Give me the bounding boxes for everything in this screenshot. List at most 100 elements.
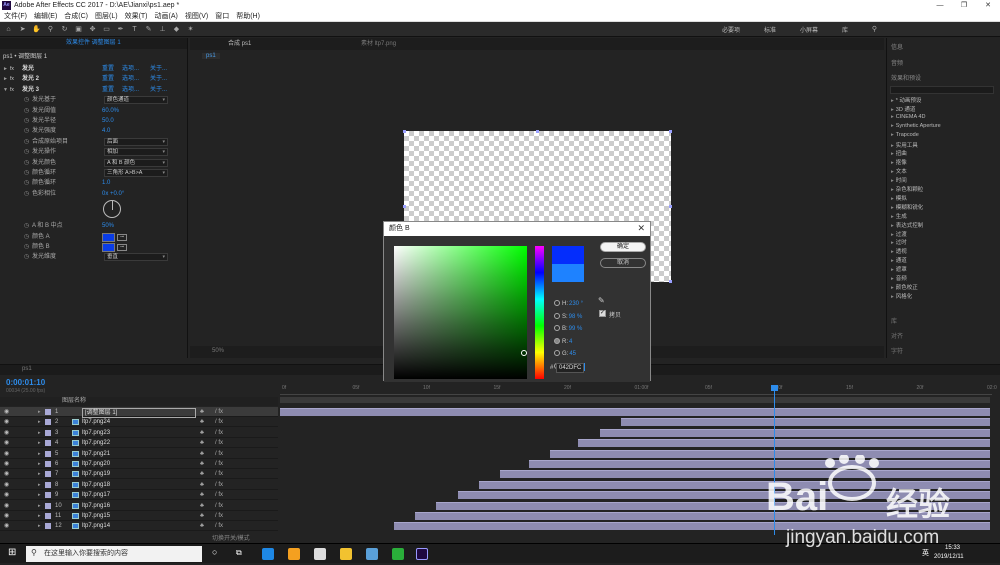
hex-input[interactable]: 042DFC xyxy=(556,363,584,373)
label-color-icon[interactable] xyxy=(45,481,51,488)
panel-effects-presets[interactable]: 效果和预设 xyxy=(891,73,921,82)
label-color-icon[interactable] xyxy=(45,461,51,467)
label-color-icon[interactable] xyxy=(45,409,51,415)
reset-link[interactable]: 重置 xyxy=(102,64,114,74)
menu-item[interactable]: 文件(F) xyxy=(4,11,27,22)
reset-link[interactable]: 重置 xyxy=(102,74,114,84)
property-dropdown[interactable]: 相加 xyxy=(104,148,168,157)
reset-link[interactable]: 重置 xyxy=(102,85,114,95)
layer-duration-bar[interactable] xyxy=(528,460,990,468)
layer-duration-bar[interactable] xyxy=(478,480,990,489)
shy-switch-icon[interactable]: ♣ xyxy=(200,407,204,417)
clock-time[interactable]: 15:33 xyxy=(945,545,960,551)
home-icon[interactable]: ⌂ xyxy=(4,25,13,34)
shy-switch-icon[interactable]: ♣ xyxy=(200,438,204,448)
effect-category[interactable]: ▸ 抠像 xyxy=(891,158,907,166)
ok-button[interactable]: 确定 xyxy=(600,242,646,252)
phase-dial[interactable] xyxy=(103,200,121,219)
restore-button[interactable]: ❐ xyxy=(952,0,976,11)
color-field-row[interactable]: H:230 ° xyxy=(554,300,583,308)
close-button[interactable]: ✕ xyxy=(976,0,1000,11)
label-color-icon[interactable] xyxy=(45,523,51,530)
edge-browser-icon[interactable] xyxy=(262,548,274,560)
effect-category[interactable]: ▸ 杂色和颗粒 xyxy=(891,185,923,193)
zoom-tool-icon[interactable]: ⚲ xyxy=(46,25,55,34)
expand-arrow-icon[interactable]: ► xyxy=(3,74,8,84)
workspace-essentials[interactable]: 必要项 xyxy=(722,25,740,34)
transform-handle[interactable] xyxy=(536,130,539,133)
layer-duration-bar[interactable] xyxy=(549,449,990,458)
layer-name[interactable]: ltp7.png18 xyxy=(82,480,110,490)
layer-name[interactable]: ltp7.png17 xyxy=(82,490,110,500)
effect-category[interactable]: ▸ 过时 xyxy=(891,238,907,246)
options-link[interactable]: 选项... xyxy=(122,74,139,84)
layer-row[interactable]: ◉ ▸ 10 ltp7.png16 ♣ / fx xyxy=(0,501,278,511)
fx-switch-icon[interactable]: / fx xyxy=(215,490,223,500)
layer-row[interactable]: ◉ ▸ 9 ltp7.png17 ♣ / fx xyxy=(0,490,278,501)
fx-switch-icon[interactable]: / fx xyxy=(215,407,223,417)
label-color-icon[interactable] xyxy=(45,513,51,519)
color-field-row[interactable]: S:98 % xyxy=(554,312,583,321)
effect-category[interactable]: ▸ 文本 xyxy=(891,167,907,175)
stamp-tool-icon[interactable]: ⊥ xyxy=(158,25,167,34)
label-color-icon[interactable] xyxy=(45,502,51,509)
options-link[interactable]: 选项... xyxy=(122,85,139,95)
fx-toggle-icon[interactable]: fx xyxy=(10,74,14,84)
effect-category[interactable]: ▸ 扭曲 xyxy=(891,149,907,157)
app-icon-orange[interactable] xyxy=(288,548,300,560)
visibility-eye-icon[interactable]: ◉ xyxy=(4,501,9,511)
layer-name[interactable]: ltp7.png16 xyxy=(82,501,110,511)
eyedropper-icon[interactable]: ⊸ xyxy=(117,244,127,251)
field-value[interactable]: 98 % xyxy=(569,314,583,320)
visibility-eye-icon[interactable]: ◉ xyxy=(4,407,9,417)
effect-category[interactable]: ▸ 实用工具 xyxy=(891,141,918,149)
type-tool-icon[interactable]: T xyxy=(130,25,139,34)
color-field-cursor[interactable] xyxy=(521,350,527,356)
options-link[interactable]: 选项... xyxy=(122,64,139,74)
color-field-row[interactable]: G:45 xyxy=(554,350,576,358)
rotate-tool-icon[interactable]: ↻ xyxy=(60,25,69,34)
panel-info[interactable]: 信息 xyxy=(891,42,903,51)
visibility-eye-icon[interactable]: ◉ xyxy=(4,459,9,469)
hand-tool-icon[interactable]: ✋ xyxy=(32,25,41,34)
visibility-eye-icon[interactable]: ◉ xyxy=(4,490,9,500)
layer-name[interactable]: ltp7.png19 xyxy=(82,469,110,479)
layer-duration-bar[interactable] xyxy=(280,408,990,416)
fx-switch-icon[interactable]: / fx xyxy=(215,501,223,511)
layer-row[interactable]: ◉ ▸ 12 ltp7.png14 ♣ / fx xyxy=(0,521,278,532)
effect-category[interactable]: ▸ 透视 xyxy=(891,247,907,255)
tab-footage[interactable]: 素材 ltp7.png xyxy=(361,41,396,47)
saturation-brightness-field[interactable] xyxy=(394,246,527,379)
layer-name[interactable]: ltp7.png15 xyxy=(82,511,110,521)
effect-category[interactable]: ▸ 风格化 xyxy=(891,292,912,300)
stopwatch-icon[interactable]: ◷ xyxy=(24,242,29,252)
tab-comp[interactable]: 合成 ps1 xyxy=(228,41,251,47)
property-value[interactable]: 0x +0.0° xyxy=(102,189,124,199)
effect-controls-tab[interactable]: 效果控件 调整图层 1 xyxy=(0,38,187,49)
menu-item[interactable]: 视图(V) xyxy=(185,11,208,22)
hue-slider[interactable] xyxy=(535,246,544,379)
original-color-swatch[interactable] xyxy=(552,264,584,282)
app-icon-grey[interactable] xyxy=(314,548,326,560)
expand-arrow-icon[interactable]: ▸ xyxy=(38,521,41,531)
expand-arrow-icon[interactable]: ▸ xyxy=(38,407,41,417)
selection-tool-icon[interactable]: ➤ xyxy=(18,25,27,34)
effect-category[interactable]: ▸ 时间 xyxy=(891,176,907,184)
layer-duration-bar[interactable] xyxy=(578,439,990,448)
label-color-icon[interactable] xyxy=(45,492,51,499)
windows-start-icon[interactable]: ⊞ xyxy=(8,547,16,558)
wechat-icon[interactable] xyxy=(392,548,404,560)
layer-row[interactable]: ◉ ▸ 4 ltp7.png22 ♣ / fx xyxy=(0,438,278,449)
cancel-button[interactable]: 取消 xyxy=(600,258,646,268)
label-color-icon[interactable] xyxy=(45,440,51,447)
fx-switch-icon[interactable]: / fx xyxy=(215,459,223,469)
layer-row[interactable]: ◉ ▸ 3 ltp7.png23 ♣ / fx xyxy=(0,428,278,438)
eyedropper-icon[interactable]: ⊸ xyxy=(117,233,127,241)
panel-character[interactable]: 字符 xyxy=(891,346,903,355)
transform-handle[interactable] xyxy=(403,130,406,133)
panel-library[interactable]: 库 xyxy=(891,316,897,325)
visibility-eye-icon[interactable]: ◉ xyxy=(4,417,9,427)
comp-breadcrumb[interactable]: ps1 xyxy=(202,53,220,59)
layer-duration-bar[interactable] xyxy=(457,491,990,500)
visibility-eye-icon[interactable]: ◉ xyxy=(4,469,9,479)
